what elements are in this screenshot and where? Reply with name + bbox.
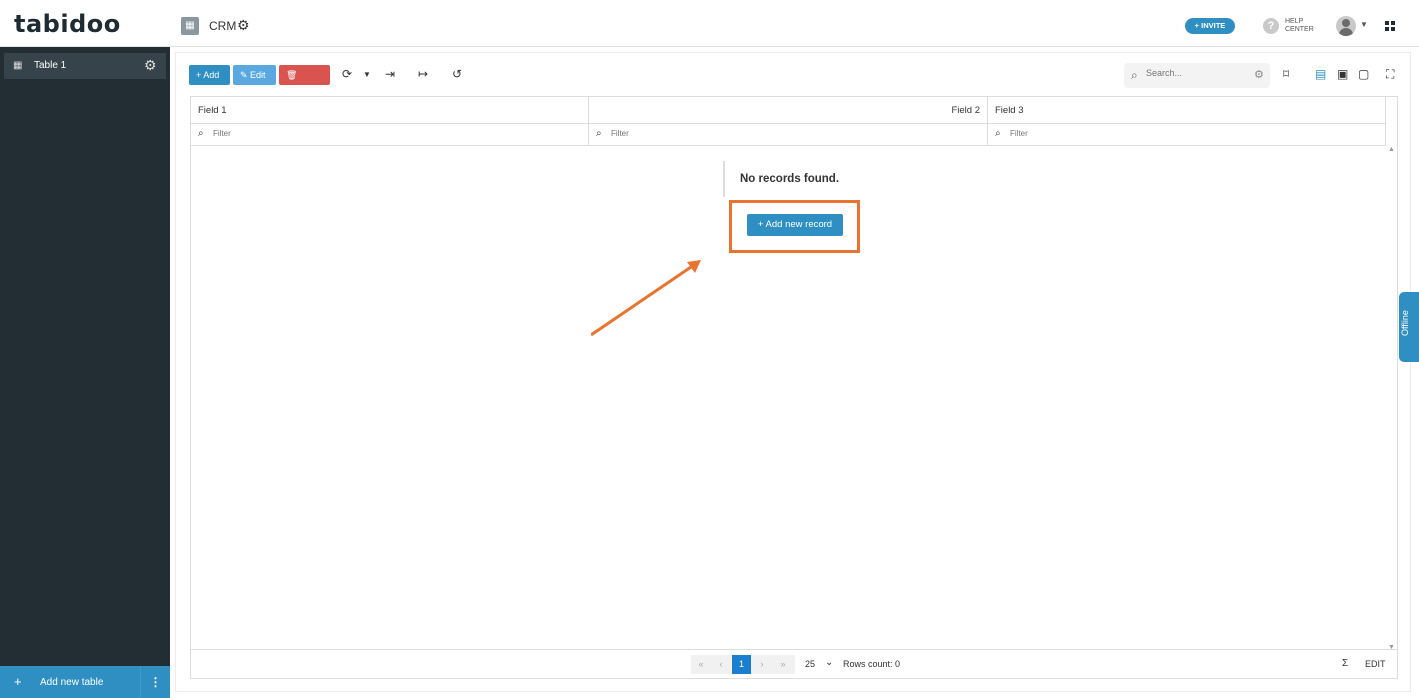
filter-input-field-3[interactable] bbox=[1010, 129, 1210, 138]
refresh-icon[interactable]: ⟳ bbox=[342, 67, 352, 81]
grid-view-icon[interactable]: ▤ bbox=[1315, 67, 1326, 81]
sidebar: ▦ Table 1 ⚙ + Add new table ⋮ bbox=[0, 47, 170, 698]
calendar-view-icon[interactable]: ▢ bbox=[1358, 67, 1369, 81]
tabidoo-logo[interactable]: tabidoo bbox=[14, 10, 121, 38]
prev-page-icon[interactable]: ‹ bbox=[711, 655, 731, 674]
invite-button[interactable]: + INVITE bbox=[1185, 18, 1235, 34]
card-view-icon[interactable]: ▣ bbox=[1337, 67, 1348, 81]
logo-text: tabidoo bbox=[14, 10, 121, 38]
filter-input-field-2[interactable] bbox=[611, 129, 811, 138]
first-page-icon[interactable]: « bbox=[691, 655, 711, 674]
sidebar-item-table-1[interactable]: ▦ Table 1 ⚙ bbox=[4, 53, 166, 79]
page-size-chevron-icon[interactable]: ⌄ bbox=[825, 657, 833, 668]
filter-cell-field-3: ⌕ bbox=[988, 124, 1386, 146]
data-grid: Field 1 Field 2 Field 3 ⌕ ⌕ ⌕ ▲ ▼ No rec… bbox=[190, 96, 1398, 679]
export-icon[interactable]: ↦ bbox=[418, 67, 428, 81]
add-new-record-button[interactable]: + Add new record bbox=[747, 214, 843, 236]
grid-header-row: Field 1 Field 2 Field 3 bbox=[191, 97, 1386, 124]
filter-search-icon: ⌕ bbox=[198, 128, 204, 139]
import-icon[interactable]: ⇥ bbox=[385, 67, 395, 81]
last-page-icon[interactable]: » bbox=[773, 655, 793, 674]
grid-footer: « ‹ 1 › » 25 ⌄ Rows count: 0 Σ EDIT bbox=[191, 649, 1397, 678]
plus-icon: + bbox=[14, 674, 22, 689]
help-question-icon[interactable]: ? bbox=[1263, 18, 1279, 34]
refresh-dropdown-caret-icon[interactable]: ▼ bbox=[363, 70, 371, 79]
add-new-table-label: Add new table bbox=[40, 677, 104, 688]
search-settings-icon[interactable]: ⚙ bbox=[1254, 68, 1264, 81]
edit-label: Edit bbox=[250, 70, 266, 80]
annotation-arrow bbox=[591, 260, 701, 337]
top-bar: tabidoo ▦ CRM ⚙ + INVITE ? HELP CENTER ▼ bbox=[0, 0, 1419, 47]
search-input[interactable] bbox=[1146, 68, 1246, 78]
table-calendar-icon: ▦ bbox=[13, 60, 23, 71]
filter-cell-field-1: ⌕ bbox=[191, 124, 589, 146]
vertical-scrollbar[interactable]: ▲ ▼ bbox=[1385, 146, 1397, 651]
history-icon[interactable]: ↺ bbox=[452, 67, 462, 81]
user-avatar[interactable] bbox=[1336, 16, 1356, 36]
tag-icon[interactable]: ⌑ bbox=[1283, 67, 1289, 81]
trash-icon: 🗑 bbox=[286, 70, 298, 80]
filter-search-icon: ⌕ bbox=[596, 128, 602, 139]
fullscreen-icon[interactable]: ⛶ bbox=[1386, 67, 1394, 82]
offline-tab[interactable]: Offline bbox=[1399, 292, 1419, 362]
column-header-field-2[interactable]: Field 2 bbox=[589, 97, 988, 124]
filter-input-field-1[interactable] bbox=[213, 129, 413, 138]
sidebar-item-label: Table 1 bbox=[34, 60, 67, 71]
table-settings-gear-icon[interactable]: ⚙ bbox=[144, 57, 157, 74]
search-icon: ⌕ bbox=[1131, 68, 1138, 82]
edit-button[interactable]: ✎ Edit bbox=[233, 65, 276, 85]
user-menu-caret-icon[interactable]: ▼ bbox=[1360, 20, 1368, 29]
no-records-message: No records found. bbox=[723, 161, 839, 197]
scroll-up-icon[interactable]: ▲ bbox=[1388, 146, 1395, 153]
rows-count: Rows count: 0 bbox=[843, 659, 901, 669]
more-options-icon[interactable]: ⋮ bbox=[140, 666, 170, 698]
column-header-field-1[interactable]: Field 1 bbox=[191, 97, 589, 124]
app-settings-gear-icon[interactable]: ⚙ bbox=[237, 17, 250, 34]
sigma-icon[interactable]: Σ bbox=[1342, 658, 1348, 669]
toolbar: + Add ✎ Edit 🗑 Delete ⟳ ▼ ⇥ ↦ ↺ ⌕ ⚙ ⌑ ▤ … bbox=[176, 53, 1410, 100]
page-size-value[interactable]: 25 bbox=[805, 659, 815, 669]
column-header-field-3[interactable]: Field 3 bbox=[988, 97, 1386, 124]
offline-label: Offline bbox=[1400, 310, 1410, 336]
help-center-link[interactable]: HELP CENTER bbox=[1285, 18, 1314, 34]
help-text-line2: CENTER bbox=[1285, 26, 1314, 33]
grid-filter-row: ⌕ ⌕ ⌕ bbox=[191, 124, 1386, 146]
help-text-line1: HELP bbox=[1285, 18, 1304, 25]
pencil-icon: ✎ bbox=[240, 70, 251, 80]
add-new-table-button[interactable]: + Add new table bbox=[0, 666, 140, 698]
delete-button[interactable]: 🗑 Delete bbox=[279, 65, 330, 100]
add-button[interactable]: + Add bbox=[189, 65, 230, 85]
main-content: + Add ✎ Edit 🗑 Delete ⟳ ▼ ⇥ ↦ ↺ ⌕ ⚙ ⌑ ▤ … bbox=[175, 52, 1411, 692]
next-page-icon[interactable]: › bbox=[752, 655, 772, 674]
footer-edit-link[interactable]: EDIT bbox=[1365, 659, 1386, 669]
filter-search-icon: ⌕ bbox=[995, 128, 1001, 139]
apps-grid-icon[interactable] bbox=[1385, 21, 1395, 31]
app-title[interactable]: CRM bbox=[209, 19, 236, 33]
app-calendar-icon: ▦ bbox=[181, 17, 199, 35]
current-page[interactable]: 1 bbox=[732, 655, 751, 674]
search-box: ⌕ ⚙ bbox=[1124, 63, 1270, 88]
filter-cell-field-2: ⌕ bbox=[589, 124, 988, 146]
